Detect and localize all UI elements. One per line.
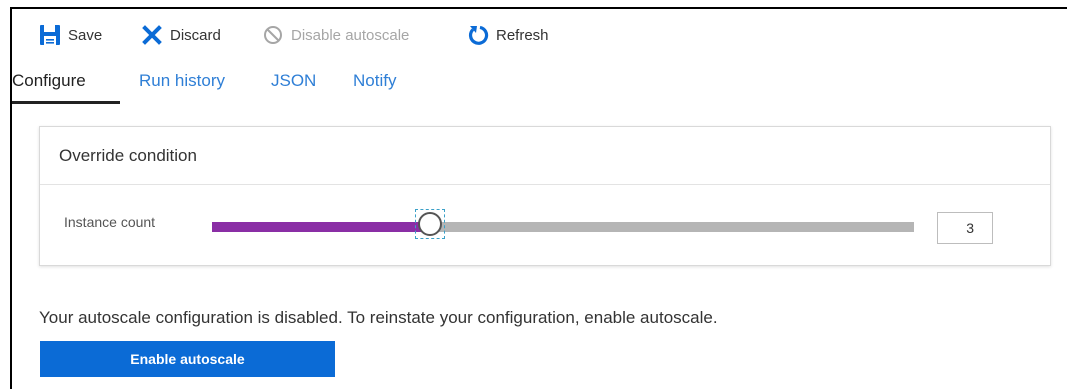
discard-button[interactable]: Discard (140, 22, 221, 48)
tab-run-history[interactable]: Run history (139, 71, 225, 91)
refresh-button[interactable]: Refresh (466, 22, 549, 48)
card-title: Override condition (40, 127, 1050, 185)
discard-label: Discard (170, 26, 221, 44)
tab-configure[interactable]: Configure (12, 71, 86, 91)
instance-count-input[interactable] (937, 212, 993, 244)
save-label: Save (68, 26, 103, 44)
enable-autoscale-button[interactable]: Enable autoscale (40, 341, 335, 377)
tab-notify[interactable]: Notify (353, 71, 396, 91)
instance-count-slider-track[interactable] (212, 222, 914, 232)
save-button[interactable]: Save (38, 22, 102, 48)
slider-knob (417, 212, 442, 236)
card-body: Instance count (40, 185, 1050, 265)
disable-autoscale-button[interactable]: Disable autoscale (261, 22, 409, 48)
tab-bar: Configure Run history JSON Notify (12, 65, 1067, 99)
discard-x-icon (140, 23, 164, 47)
override-condition-card: Override condition Instance count (39, 126, 1051, 266)
tab-json[interactable]: JSON (271, 71, 316, 91)
refresh-label: Refresh (496, 26, 549, 44)
disable-autoscale-label: Disable autoscale (291, 26, 410, 44)
instance-count-label: Instance count (64, 214, 156, 230)
slider-fill (212, 222, 430, 232)
save-icon (38, 23, 62, 47)
command-toolbar: Save Discard Disable autoscale Refresh (12, 9, 1067, 59)
active-tab-indicator (12, 101, 120, 104)
prohibited-icon (261, 23, 285, 47)
autoscale-disabled-message: Your autoscale configuration is disabled… (39, 308, 718, 327)
refresh-icon (466, 23, 490, 47)
slider-thumb[interactable] (414, 209, 445, 239)
app-frame: Save Discard Disable autoscale Refresh C… (10, 7, 1067, 389)
